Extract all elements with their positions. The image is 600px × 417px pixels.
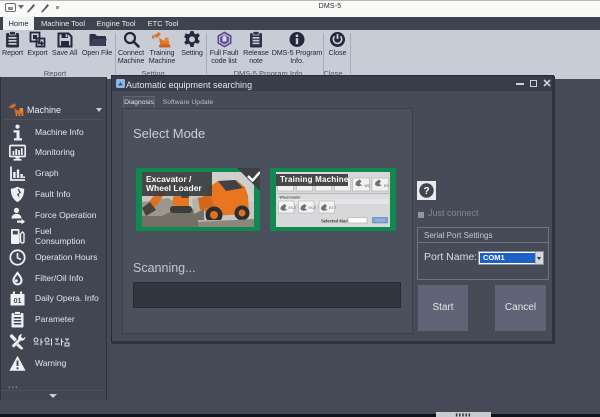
svg-text:?: ?: [423, 186, 429, 197]
svg-text:WC: WC: [365, 184, 371, 188]
svg-text:EX-7: EX-7: [329, 206, 336, 210]
svg-text:Wheel loader: Wheel loader: [280, 196, 302, 200]
svg-text:EX-3: EX-3: [289, 206, 296, 210]
svg-text:EX: EX: [384, 184, 389, 188]
svg-text:01: 01: [14, 298, 22, 305]
svg-text:EX-5: EX-5: [309, 206, 316, 210]
